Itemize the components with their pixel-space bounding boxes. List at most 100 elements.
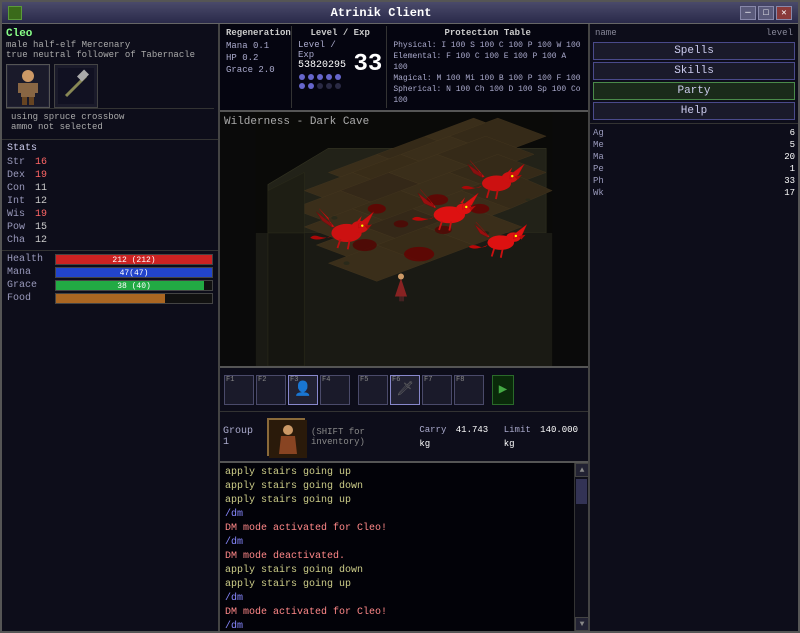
titlebar-left <box>8 6 22 20</box>
carry-label: Carry <box>419 425 446 435</box>
item-svg <box>58 68 94 104</box>
log-entry: /dm <box>225 620 569 631</box>
stat-label: Wis <box>7 208 35 221</box>
portrait-svg <box>8 66 48 106</box>
skill-col-name: name <box>595 28 617 38</box>
exp-dot-2 <box>317 74 323 80</box>
stat-row-wis: Wis19 <box>7 208 213 221</box>
hotbar-slot-label: F4 <box>322 376 330 384</box>
content-row: Cleo male half-elf Mercenary true neutra… <box>2 24 798 631</box>
protection-row: Physical: I 100 S 100 C 100 P 100 W 100 <box>393 40 582 51</box>
stat-value: 11 <box>35 182 57 195</box>
skill-group-buttons: name level Spells Skills Party Help <box>590 24 798 124</box>
exp-dot-6 <box>308 83 314 89</box>
hotbar-slot-f4[interactable]: F4 <box>320 375 350 405</box>
skill-btn-skills[interactable]: Skills <box>593 62 795 80</box>
bar-outer-mana: 47(47) <box>55 267 213 278</box>
scroll-track <box>575 477 588 617</box>
skill-stat-row: Ag 6 <box>593 127 795 139</box>
inventory-hint: (SHIFT for inventory) <box>311 427 413 447</box>
skill-level: 20 <box>617 151 795 163</box>
exp-dot-0 <box>299 74 305 80</box>
exp-dot-5 <box>299 83 305 89</box>
item-slot <box>54 64 98 108</box>
group-character-slot <box>267 418 305 456</box>
stat-row-str: Str16 <box>7 156 213 169</box>
protection-row: Magical: M 100 Mi 100 B 100 P 100 F 100 <box>393 73 582 84</box>
stat-label: Dex <box>7 169 35 182</box>
skill-col-level: level <box>766 28 793 38</box>
bar-outer-food <box>55 293 213 304</box>
skill-stat-row: Ph 33 <box>593 175 795 187</box>
hotbar-slot-label: F3 <box>290 376 298 384</box>
skill-level: 5 <box>617 139 795 151</box>
hotbar-slot-f3[interactable]: F3👤 <box>288 375 318 405</box>
exp-dot-8 <box>326 83 332 89</box>
exp-dot-7 <box>317 83 323 89</box>
scroll-thumb[interactable] <box>576 479 587 504</box>
regen-section: Regeneration Mana 0.1 HP 0.2 Grace 2.0 <box>222 26 292 108</box>
log-entry: apply stairs going down <box>225 480 569 494</box>
stat-label: Str <box>7 156 35 169</box>
ammo-status: ammo not selected <box>11 122 209 132</box>
skill-stat-row: Ma 20 <box>593 151 795 163</box>
bar-text-mana: 47(47) <box>56 268 212 279</box>
log-scrollbar: ▲ ▼ <box>574 463 588 631</box>
skill-level: 33 <box>617 175 795 187</box>
exp-dots <box>298 73 350 90</box>
scroll-up-button[interactable]: ▲ <box>575 463 589 477</box>
stat-label: Con <box>7 182 35 195</box>
group-char-svg <box>269 420 307 458</box>
portrait-area <box>6 64 214 108</box>
hotbar-slot-f1[interactable]: F1 <box>224 375 254 405</box>
hotbar-slot-label: F1 <box>226 376 234 384</box>
bar-text-health: 212 (212) <box>56 255 212 266</box>
center-area: Regeneration Mana 0.1 HP 0.2 Grace 2.0 L… <box>220 24 588 631</box>
stat-label: Cha <box>7 234 35 247</box>
bar-label-food: Food <box>7 293 55 304</box>
hotbar-slot-f5[interactable]: F5 <box>358 375 388 405</box>
exp-value: 53820295 <box>298 60 350 71</box>
regen-mana: Mana 0.1 <box>226 40 287 52</box>
skill-abbr: Me <box>593 139 617 151</box>
bar-fill-food <box>56 294 165 303</box>
carry-info: Carry 41.743 kg Limit 140.000 kg <box>419 423 585 451</box>
stat-value: 16 <box>35 156 57 169</box>
hotbar-slot-f7[interactable]: F7 <box>422 375 452 405</box>
bar-outer-health: 212 (212) <box>55 254 213 265</box>
skill-abbr: Wk <box>593 187 617 199</box>
bar-label-mana: Mana <box>7 267 55 278</box>
log-entry: DM mode deactivated. <box>225 550 569 564</box>
skill-btn-help[interactable]: Help <box>593 102 795 120</box>
hotbar-slot-f8[interactable]: F8 <box>454 375 484 405</box>
log-entry: DM mode activated for Cleo! <box>225 522 569 536</box>
maximize-button[interactable]: □ <box>758 6 774 20</box>
hotbar: F1 F2F3👤 F4 F5F6🗡F7F8 ▶ <box>220 366 588 411</box>
stat-row-pow: Pow15 <box>7 221 213 234</box>
right-sidebar: name level Spells Skills Party Help Ag 6 Me… <box>588 24 798 631</box>
app-icon <box>8 6 22 20</box>
hotbar-slot-f6[interactable]: F6🗡 <box>390 375 420 405</box>
hotbar-slot-content: 🗡 <box>396 381 414 398</box>
close-button[interactable]: ✕ <box>776 6 792 20</box>
level-label: Level / Exp <box>298 28 382 38</box>
skill-btn-spells[interactable]: Spells <box>593 42 795 60</box>
message-log: apply stairs going upapply stairs going … <box>220 461 588 631</box>
log-entry: /dm <box>225 536 569 550</box>
hotbar-arrow[interactable]: ▶ <box>492 375 514 405</box>
character-info: Cleo male half-elf Mercenary true neutra… <box>2 24 218 140</box>
location-label: Wilderness - Dark Cave <box>224 116 369 128</box>
bar-row-mana: Mana 47(47) <box>7 267 213 278</box>
skill-btn-party[interactable]: Party <box>593 82 795 100</box>
bar-text-grace: 38 (40) <box>56 281 212 292</box>
stat-value: 15 <box>35 221 57 234</box>
skill-level: 1 <box>617 163 795 175</box>
scroll-down-button[interactable]: ▼ <box>575 617 589 631</box>
hotbar-slot-f2[interactable]: F2 <box>256 375 286 405</box>
left-sidebar: Cleo male half-elf Mercenary true neutra… <box>2 24 220 631</box>
character-alignment: true neutral follower of Tabernacle <box>6 50 214 60</box>
bar-label-grace: Grace <box>7 280 55 291</box>
group-area: Group 1 (SHIFT for inventory) Carry 41.7… <box>220 411 588 461</box>
stats-title: Stats <box>7 143 213 154</box>
minimize-button[interactable]: ─ <box>740 6 756 20</box>
